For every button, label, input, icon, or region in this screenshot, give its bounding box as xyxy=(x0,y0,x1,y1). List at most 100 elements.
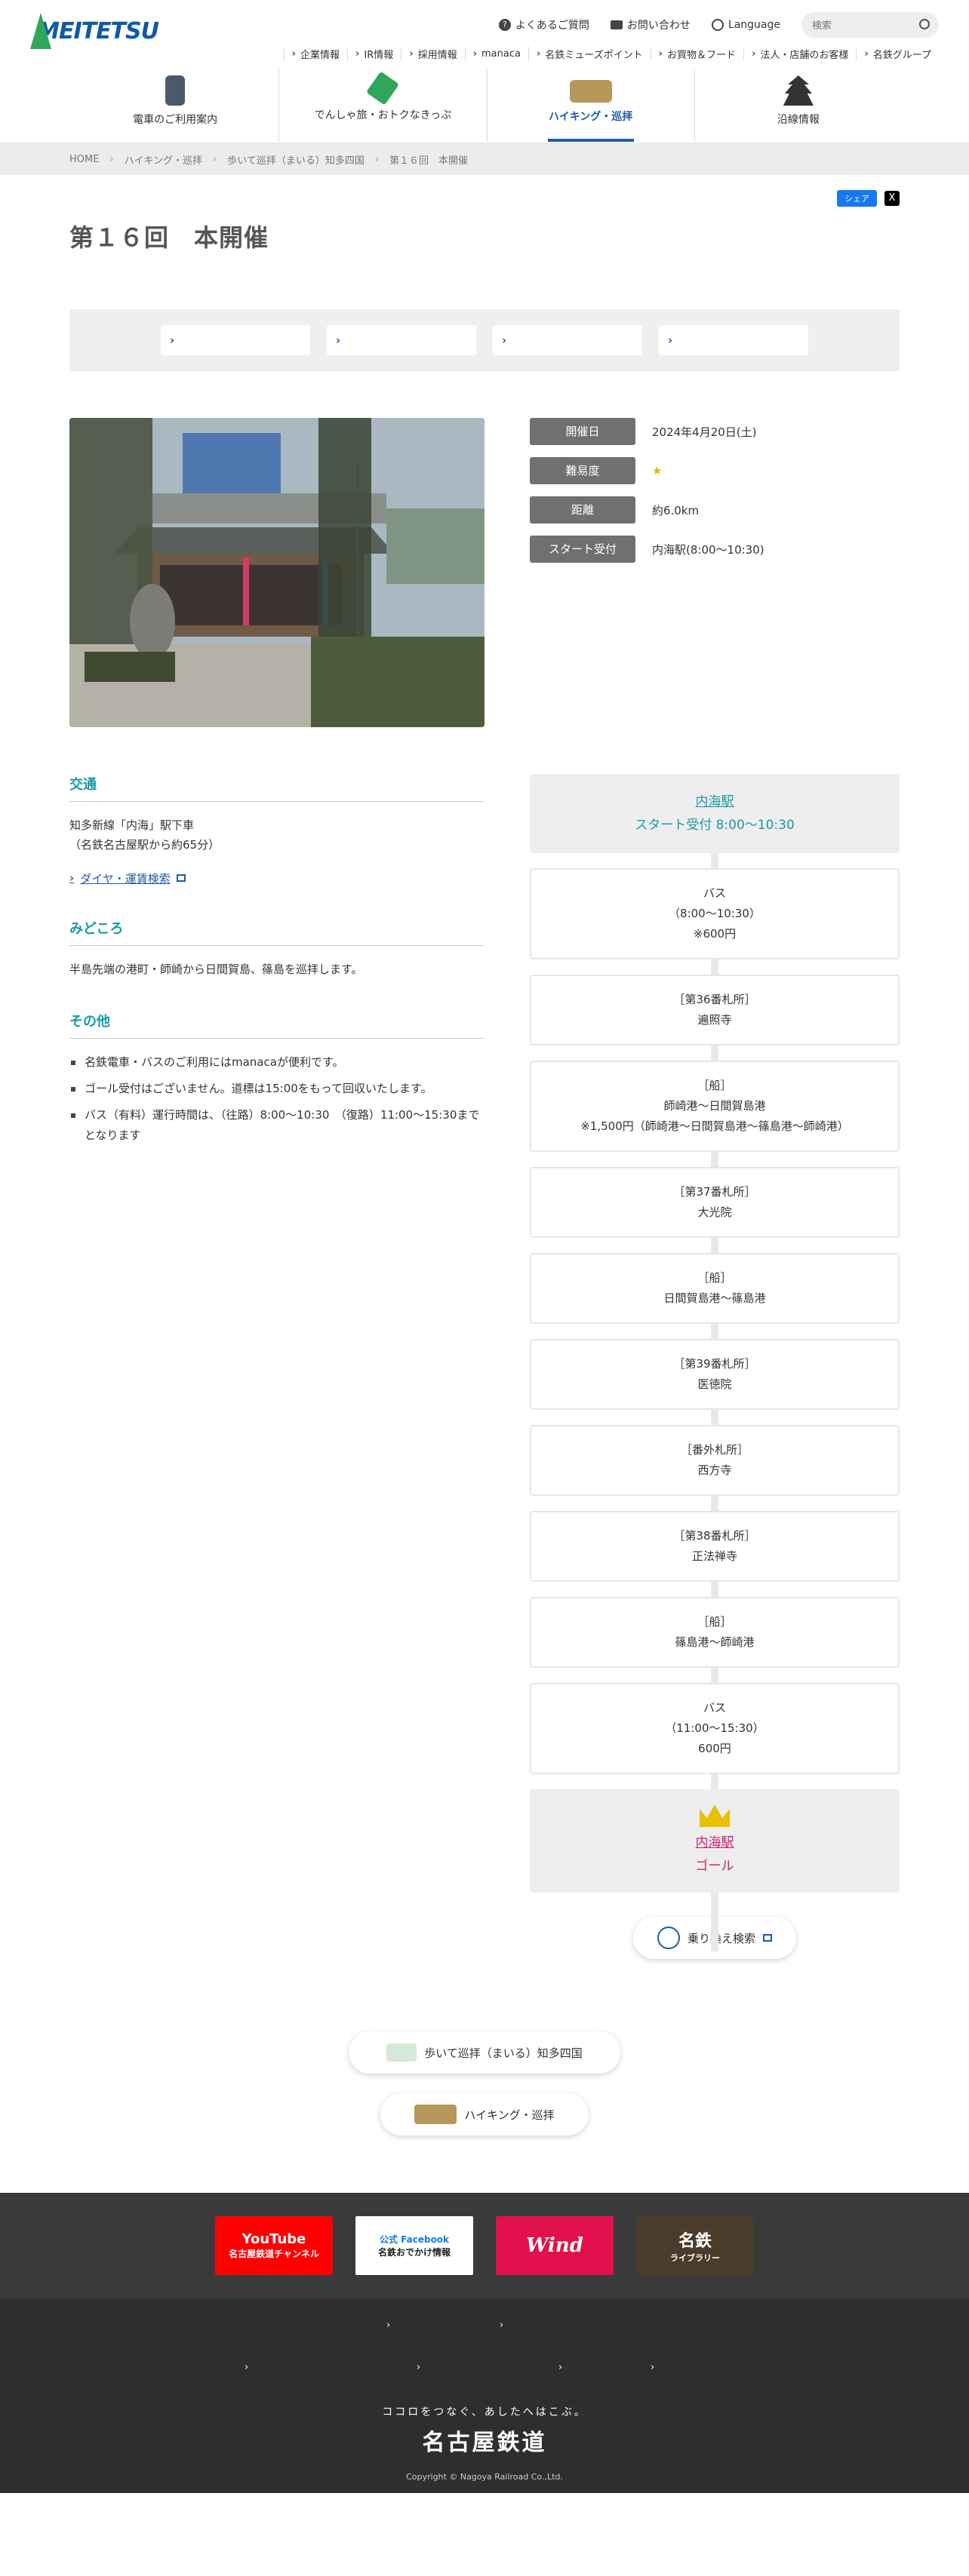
subnav-item[interactable]: IR情報 xyxy=(347,47,401,61)
breadcrumb-current: 第１６回 本開催 xyxy=(389,155,469,167)
youtube-banner[interactable]: YouTube 名古屋鉄道チャンネル xyxy=(215,2216,333,2276)
goal-station-link[interactable]: 内海駅 xyxy=(545,1831,884,1855)
breadcrumb-item[interactable]: HOME xyxy=(69,154,99,165)
wind-banner[interactable]: Wind xyxy=(496,2216,614,2276)
logo-mark-icon xyxy=(30,13,52,49)
anchor-tab[interactable]: › xyxy=(493,325,642,355)
faq-link[interactable]: ? よくあるご質問 xyxy=(498,17,589,32)
footer-link[interactable]: › xyxy=(558,2362,562,2373)
route-node: ［第38番札所］ 正法禅寺 xyxy=(530,1511,900,1583)
event-detail: 交通 知多新線「内海」駅下車 （名鉄名古屋駅から約65分） ダイヤ・運賃検索 み… xyxy=(69,774,900,1960)
access-heading: 交通 xyxy=(69,774,484,802)
list-item: 名鉄電車・バスのご利用にはmanacaが便利です。 xyxy=(69,1052,484,1073)
global-nav: 電車のご利用案内 でんしゃ旅・おトクなきっぷ ハイキング・巡拝 沿線情報 xyxy=(72,69,902,142)
anchor-tab[interactable]: › xyxy=(327,325,476,355)
highlights-heading: みどころ xyxy=(69,918,484,946)
route-node: ［第39番札所］ 医徳院 xyxy=(530,1339,900,1411)
contact-link[interactable]: お問い合わせ xyxy=(610,17,691,32)
node-line: 600円 xyxy=(698,1742,731,1756)
gnav-hiking[interactable]: ハイキング・巡拝 xyxy=(488,69,695,142)
related-links: 歩いて巡拝（まいる）知多四国 ハイキング・巡拝 xyxy=(69,2031,900,2136)
chevron-right-icon: › xyxy=(374,153,380,165)
subnav-item[interactable]: 名鉄グループ xyxy=(856,47,939,61)
transfer-search-label: 乗り換え検索 xyxy=(687,1931,755,1945)
search-input[interactable] xyxy=(801,12,939,38)
access-note: （名鉄名古屋駅から約65分） xyxy=(69,838,220,852)
castle-icon xyxy=(783,75,814,106)
anchor-tabs: › › › › xyxy=(69,309,900,371)
gnav-train[interactable]: 電車のご利用案内 xyxy=(72,69,280,142)
footer-link[interactable]: › xyxy=(386,2320,390,2331)
subnav-item[interactable]: 企業情報 xyxy=(283,47,347,61)
footer-link[interactable]: › xyxy=(500,2320,503,2331)
footer-link[interactable]: › xyxy=(245,2362,248,2373)
gnav-travel[interactable]: でんしゃ旅・おトクなきっぷ xyxy=(279,69,488,142)
footer-link[interactable]: › xyxy=(417,2362,420,2373)
breadcrumb: HOME › ハイキング・巡拝 › 歩いて巡拝（まいる）知多四国 › 第１６回 本開催 xyxy=(0,143,969,175)
clock-icon xyxy=(657,1927,680,1950)
sub-nav: 企業情報 IR情報 採用情報 manaca 名鉄ミューズポイント お買物＆フード… xyxy=(283,47,939,61)
globe-icon xyxy=(711,19,724,31)
wind-logo-text: Wind xyxy=(526,2234,583,2258)
start-station-link[interactable]: 内海駅 xyxy=(546,791,883,814)
breadcrumb-item[interactable]: ハイキング・巡拝 xyxy=(125,152,202,167)
anchor-tab[interactable]: › xyxy=(161,325,310,355)
gnav-label: 電車のご利用案内 xyxy=(133,114,218,126)
node-line: ［第37番札所］ xyxy=(673,1185,756,1199)
node-line: 医徳院 xyxy=(697,1377,732,1392)
site-header: MEITETSU ? よくあるご質問 お問い合わせ Language 企業情報 I… xyxy=(0,0,969,143)
route-goal: 内海駅 ゴール xyxy=(530,1789,900,1893)
meta-label: スタート受付 xyxy=(530,536,635,563)
mail-icon xyxy=(610,20,623,29)
meta-label: 距離 xyxy=(530,496,635,523)
node-line: 師崎港〜日間賀島港 xyxy=(663,1099,766,1113)
chita-shikoku-link[interactable]: 歩いて巡拝（まいる）知多四国 xyxy=(349,2031,620,2074)
list-item: ゴール受付はございません。道標は15:00をもって回収いたします。 xyxy=(69,1079,484,1099)
node-line: 正法禅寺 xyxy=(691,1549,737,1564)
meta-row-difficulty: 難易度 ★ xyxy=(530,457,900,484)
language-link[interactable]: Language xyxy=(711,19,780,31)
route-node: バス （11:00〜15:30） 600円 xyxy=(530,1683,900,1775)
difficulty-star-icon: ★ xyxy=(652,464,663,477)
footer-tagline: ココロをつなぐ、あしたへはこぶ。 xyxy=(382,2406,587,2419)
node-line: バス xyxy=(703,1701,726,1715)
crown-icon xyxy=(700,1804,730,1828)
x-share-button[interactable]: X xyxy=(884,191,900,206)
other-list: 名鉄電車・バスのご利用にはmanacaが便利です。 ゴール受付はございません。道… xyxy=(69,1052,484,1146)
meta-value: 内海駅(8:00〜10:30) xyxy=(652,542,764,557)
timetable-link[interactable]: ダイヤ・運賃検索 xyxy=(69,870,186,886)
hiking-link[interactable]: ハイキング・巡拝 xyxy=(380,2093,589,2136)
utility-nav: ? よくあるご質問 お問い合わせ Language xyxy=(498,12,939,38)
anchor-tab[interactable]: › xyxy=(659,325,808,355)
route-map: 内海駅 スタート受付 8:00〜10:30 バス （8:00〜10:30） ※600… xyxy=(530,774,900,1960)
subnav-item[interactable]: お買物＆フード xyxy=(650,47,743,61)
breadcrumb-item[interactable]: 歩いて巡拝（まいる）知多四国 xyxy=(227,152,365,167)
facebook-banner[interactable]: 公式 Facebook 名鉄おでかけ情報 xyxy=(355,2216,473,2276)
node-line: ※600円 xyxy=(693,927,737,941)
facebook-share-button[interactable]: シェア xyxy=(837,190,877,207)
footer-link[interactable]: › xyxy=(651,2362,654,2373)
contact-label: お問い合わせ xyxy=(626,20,691,32)
timetable-link-label: ダイヤ・運賃検索 xyxy=(80,871,171,886)
hiking-boots-icon xyxy=(569,80,612,103)
node-line: 大光院 xyxy=(697,1205,732,1220)
highlights-text: 半島先端の港町・師崎から日間賀島、篠島を巡拝します。 xyxy=(69,962,363,976)
event-meta: 開催日 2024年4月20日(土) 難易度 ★ 距離 約6.0km スタート受付 内海駅… xyxy=(530,418,900,727)
hiking-boots-icon xyxy=(414,2105,457,2125)
search-icon[interactable] xyxy=(919,19,930,29)
node-line: ［船］ xyxy=(697,1615,732,1629)
subnav-item[interactable]: 採用情報 xyxy=(401,47,464,61)
list-item: バス（有料）運行時間は、（往路）8:00〜10:30 （復路）11:00〜15:… xyxy=(69,1105,484,1146)
external-link-icon xyxy=(763,1934,772,1942)
subnav-item[interactable]: manaca xyxy=(464,47,528,61)
gnav-area[interactable]: 沿線情報 xyxy=(695,69,902,142)
question-icon: ? xyxy=(498,19,511,31)
library-banner[interactable]: 名鉄 ライブラリー xyxy=(636,2216,754,2276)
meta-row-distance: 距離 約6.0km xyxy=(530,496,900,523)
meitetsu-logo[interactable]: MEITETSU xyxy=(30,11,159,51)
node-line: ［船］ xyxy=(697,1079,732,1093)
subnav-item[interactable]: 法人・店舗のお客様 xyxy=(743,47,856,61)
node-line: （8:00〜10:30） xyxy=(669,907,761,921)
meta-label: 開催日 xyxy=(530,418,635,445)
subnav-item[interactable]: 名鉄ミューズポイント xyxy=(528,47,651,61)
